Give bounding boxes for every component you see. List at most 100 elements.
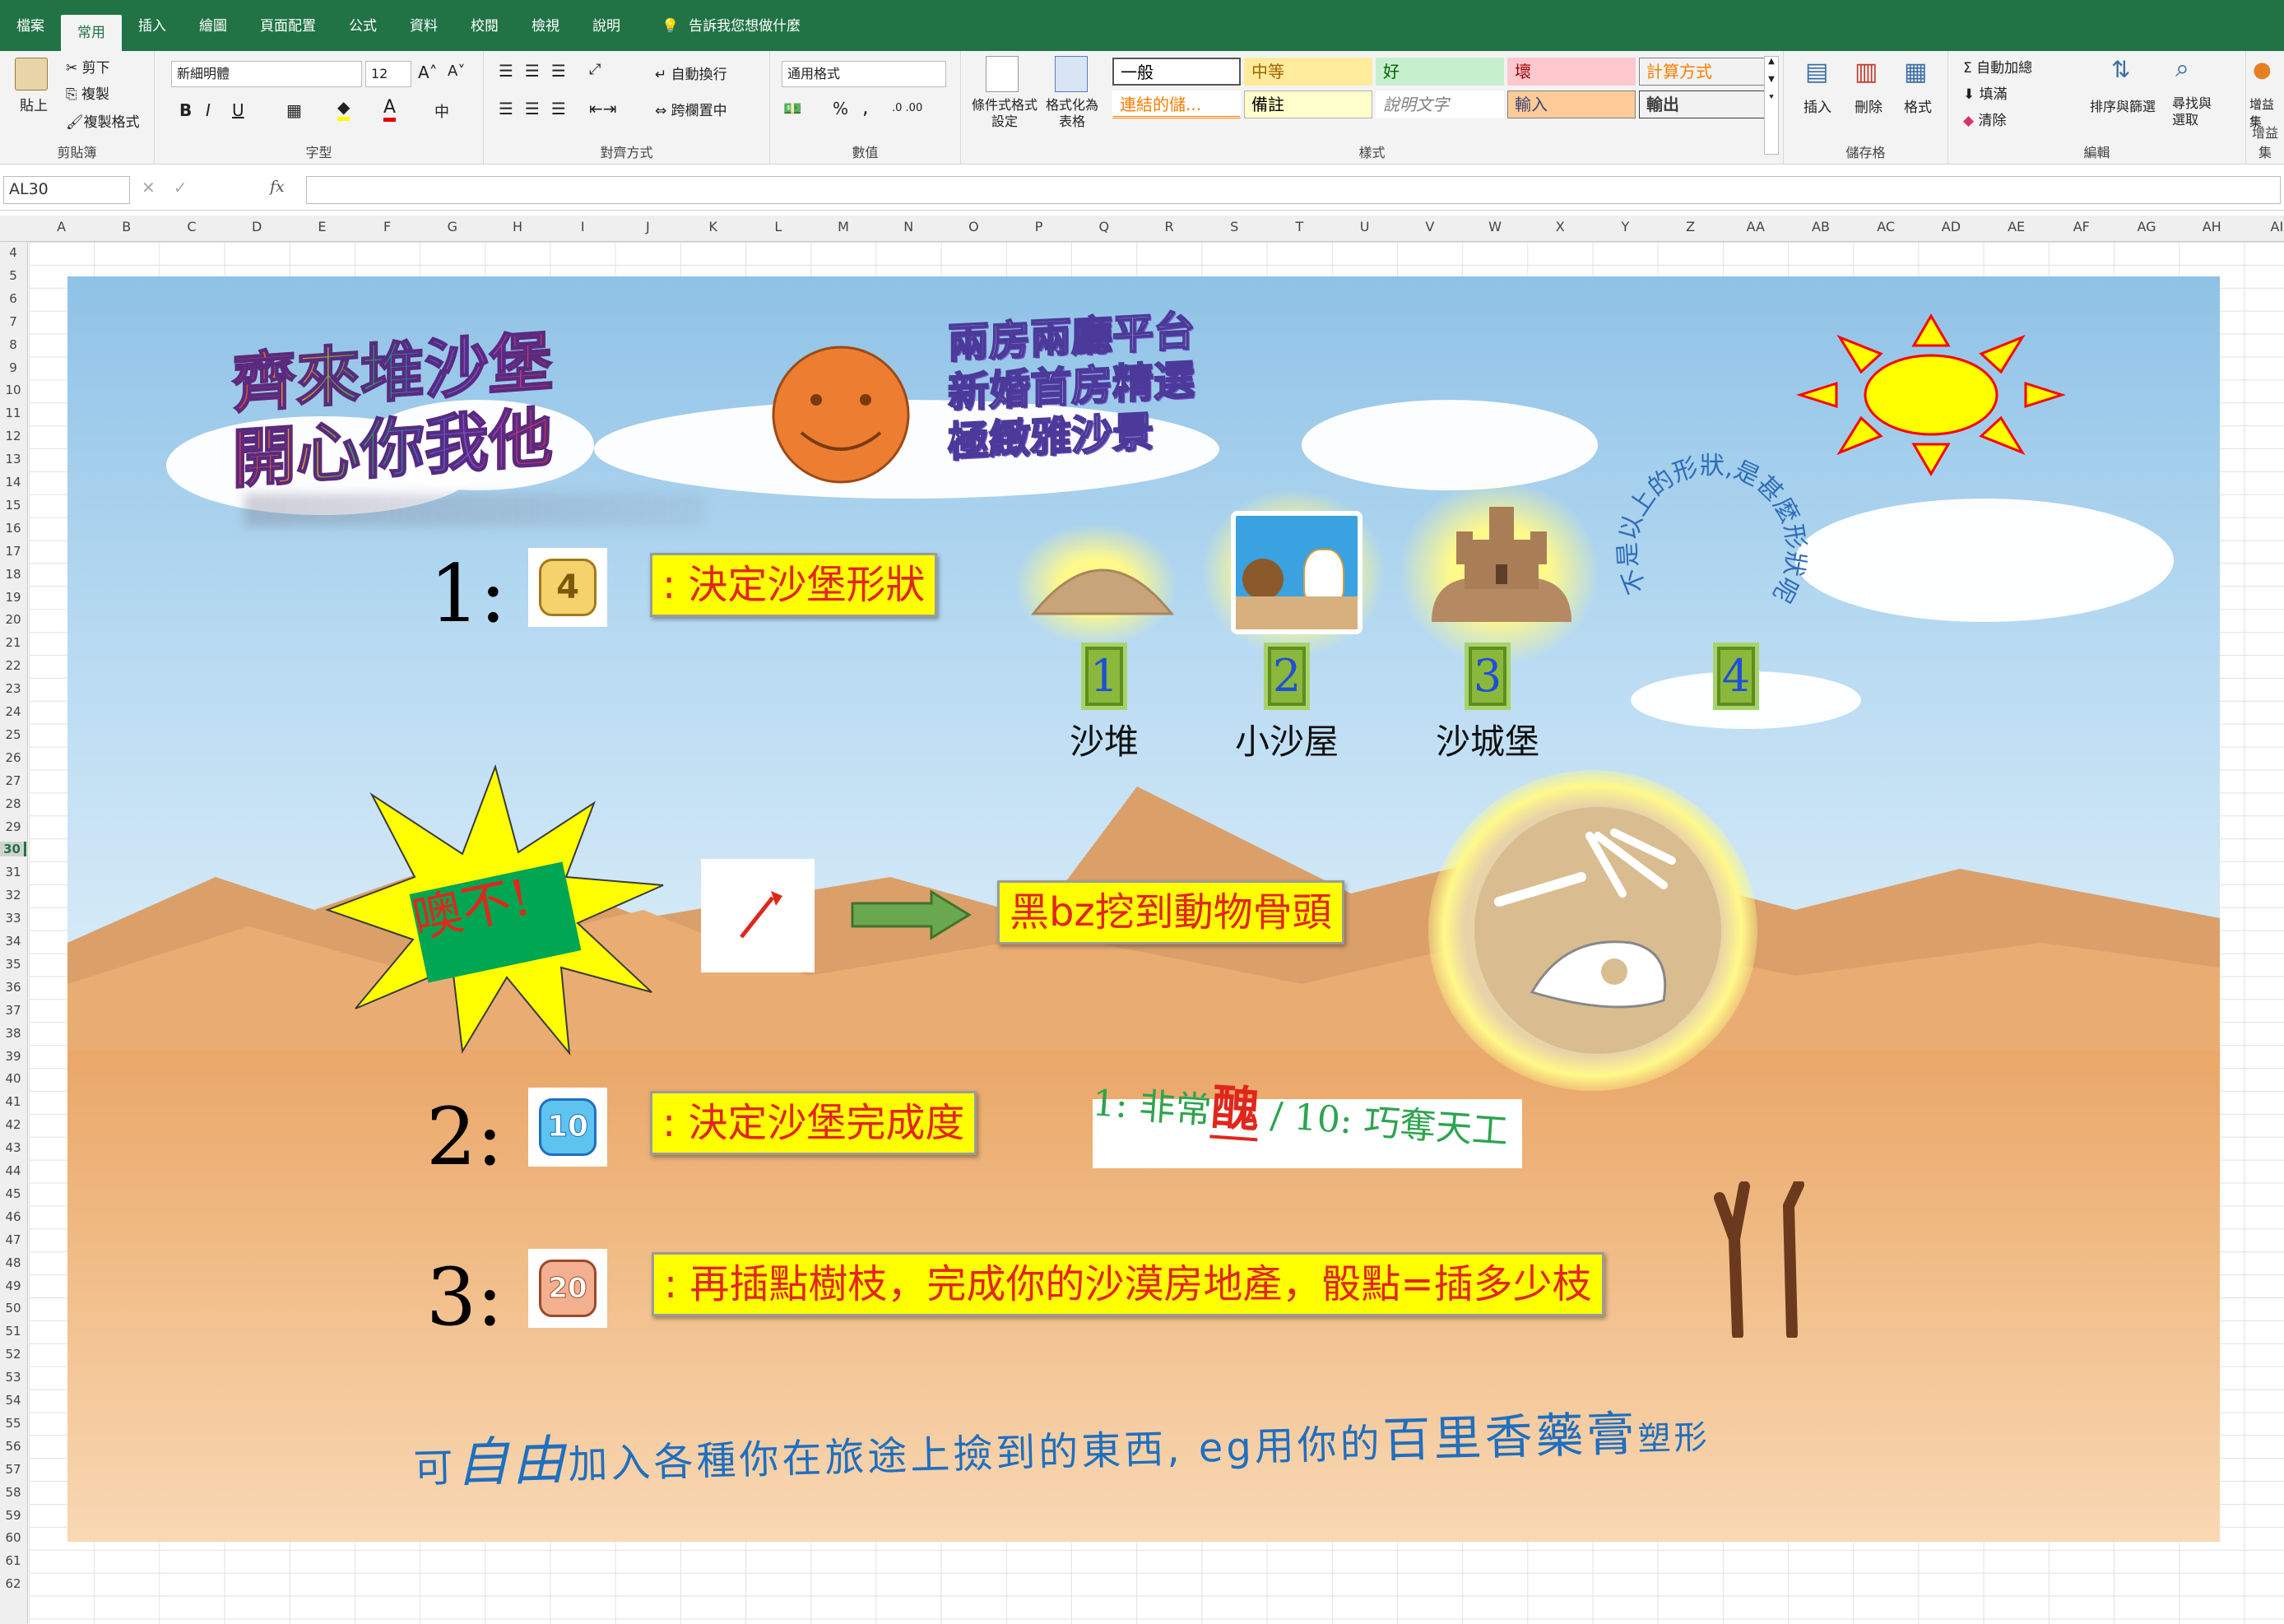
row-header[interactable]: 14 (0, 475, 26, 490)
tell-me-search[interactable]: 💡 告訴我您想做什麼 (662, 10, 801, 43)
column-header[interactable]: V (1414, 219, 1446, 234)
tab-2[interactable]: 插入 (122, 10, 183, 43)
row-header[interactable]: 59 (0, 1508, 26, 1523)
tab-0[interactable]: 檔案 (0, 10, 61, 43)
row-header[interactable]: 10 (0, 383, 26, 397)
row-header[interactable]: 47 (0, 1232, 26, 1247)
font-name-select[interactable]: 新細明體 (171, 61, 362, 87)
tab-6[interactable]: 資料 (393, 10, 454, 43)
cell-style-9[interactable]: 輸出 (1639, 90, 1767, 118)
cell-style-2[interactable]: 好 (1376, 58, 1504, 86)
tab-9[interactable]: 說明 (576, 10, 637, 43)
row-header[interactable]: 11 (0, 406, 26, 420)
column-header[interactable]: AF (2065, 219, 2098, 234)
comma-button[interactable]: , (862, 95, 869, 118)
copy-button[interactable]: ⎘ 複製 (66, 82, 109, 103)
bold-button[interactable]: B (179, 100, 192, 120)
grow-font-button[interactable]: A˄ (418, 63, 438, 82)
row-header[interactable]: 8 (0, 337, 26, 352)
row-header[interactable]: 32 (0, 888, 26, 902)
column-header[interactable]: N (892, 219, 925, 234)
row-header[interactable]: 21 (0, 635, 26, 650)
cell-style-3[interactable]: 壞 (1507, 58, 1636, 86)
delete-cells-button[interactable]: 刪除 (1855, 95, 1882, 116)
number-format-select[interactable]: 通用格式 (782, 61, 946, 87)
row-header[interactable]: 51 (0, 1324, 26, 1339)
row-header[interactable]: 25 (0, 727, 26, 742)
column-header[interactable]: AB (1804, 219, 1837, 234)
column-header[interactable]: AD (1934, 219, 1967, 234)
row-header[interactable]: 24 (0, 704, 26, 719)
column-header[interactable]: R (1153, 219, 1186, 234)
horizontal-align-buttons[interactable]: ☰☰☰ (499, 99, 578, 118)
column-header[interactable]: AH (2195, 219, 2228, 234)
row-header[interactable]: 31 (0, 865, 26, 879)
row-header[interactable]: 43 (0, 1140, 26, 1155)
row-header[interactable]: 56 (0, 1439, 26, 1454)
row-header[interactable]: 19 (0, 590, 26, 605)
row-header[interactable]: 49 (0, 1278, 26, 1293)
row-header[interactable]: 36 (0, 980, 26, 995)
row-header[interactable]: 40 (0, 1071, 26, 1086)
row-header[interactable]: 15 (0, 498, 26, 513)
name-box[interactable]: AL30 (3, 176, 130, 204)
phonetic-button[interactable]: 中 (434, 100, 449, 122)
sort-filter-button[interactable]: 排序與篩選 (2090, 95, 2156, 115)
column-header[interactable]: T (1283, 219, 1316, 234)
row-header[interactable]: 20 (0, 612, 26, 627)
paste-icon[interactable] (15, 58, 48, 90)
font-size-select[interactable]: 12 (365, 61, 411, 87)
format-as-table-button[interactable]: 格式化為表格 (1043, 97, 1101, 130)
row-header[interactable]: 4 (0, 245, 26, 260)
tab-4[interactable]: 頁面配置 (244, 10, 332, 43)
row-header[interactable]: 37 (0, 1003, 26, 1018)
column-header[interactable]: AC (1869, 219, 1902, 234)
row-header[interactable]: 27 (0, 773, 26, 788)
row-header[interactable]: 62 (0, 1576, 26, 1591)
row-header[interactable]: 54 (0, 1393, 26, 1408)
column-header[interactable]: G (436, 219, 469, 234)
column-header[interactable]: Y (1609, 219, 1641, 234)
font-color-button[interactable]: A (383, 97, 397, 122)
row-header[interactable]: 53 (0, 1370, 26, 1385)
row-header[interactable]: 46 (0, 1209, 26, 1224)
row-header[interactable]: 58 (0, 1485, 26, 1500)
row-header[interactable]: 34 (0, 934, 26, 949)
row-header[interactable]: 39 (0, 1049, 26, 1064)
cell-style-4[interactable]: 計算方式 (1639, 58, 1767, 86)
tab-3[interactable]: 繪圖 (183, 10, 244, 43)
row-header[interactable]: 6 (0, 291, 26, 306)
column-header[interactable]: AA (1739, 219, 1772, 234)
row-header[interactable]: 18 (0, 567, 26, 582)
row-header[interactable]: 29 (0, 819, 26, 834)
row-header[interactable]: 45 (0, 1186, 26, 1201)
formula-input[interactable] (306, 176, 2281, 204)
row-header[interactable]: 16 (0, 521, 26, 536)
merge-center-button[interactable]: ⇔ 跨欄置中 (655, 99, 727, 119)
row-header[interactable]: 50 (0, 1301, 26, 1315)
row-header[interactable]: 12 (0, 429, 26, 443)
row-header[interactable]: 22 (0, 658, 26, 673)
row-header[interactable]: 5 (0, 268, 26, 283)
column-header[interactable]: B (110, 219, 143, 234)
insert-cells-button[interactable]: 插入 (1804, 95, 1831, 116)
column-header[interactable]: M (827, 219, 860, 234)
cell-style-5[interactable]: 連結的儲... (1112, 90, 1241, 118)
row-header[interactable]: 48 (0, 1255, 26, 1270)
row-header[interactable]: 61 (0, 1553, 26, 1568)
clear-button[interactable]: ◆ 清除 (1963, 109, 2006, 129)
row-header[interactable]: 17 (0, 544, 26, 559)
tab-1[interactable]: 常用 (61, 15, 122, 51)
column-header[interactable]: AE (2000, 219, 2033, 234)
column-header[interactable]: O (957, 219, 990, 234)
find-select-button[interactable]: 尋找與選取 (2172, 95, 2221, 128)
tab-5[interactable]: 公式 (332, 10, 393, 43)
row-header[interactable]: 30 (0, 842, 26, 857)
row-header[interactable]: 38 (0, 1026, 26, 1041)
formula-cancel-enter[interactable]: ✕✓ (142, 178, 206, 197)
row-header[interactable]: 57 (0, 1462, 26, 1477)
format-cells-button[interactable]: 格式 (1904, 95, 1932, 116)
cut-button[interactable]: ✂ 剪下 (66, 56, 110, 77)
column-header[interactable]: I (566, 219, 599, 234)
conditional-format-button[interactable]: 條件式格式設定 (968, 97, 1042, 130)
